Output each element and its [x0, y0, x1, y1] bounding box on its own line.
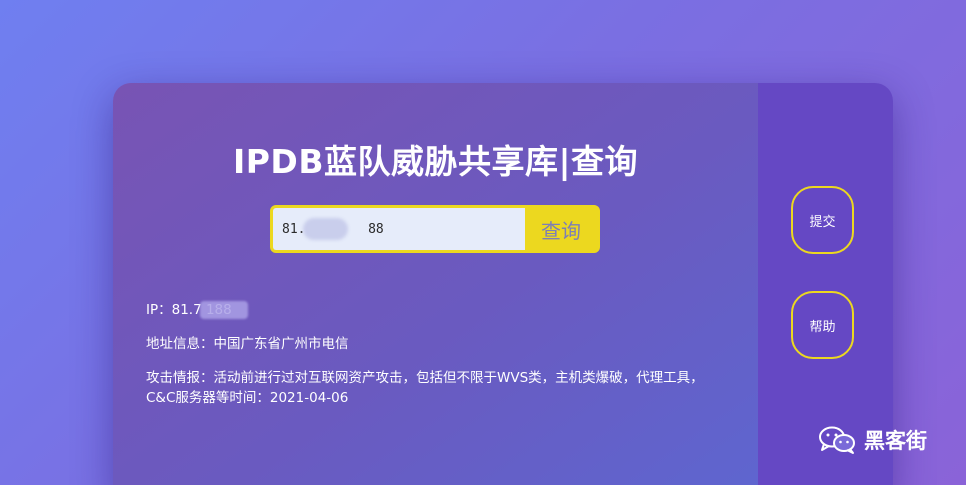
query-card: IPDB蓝队威胁共享库|查询 查询 IP：81.7 188 地址信息：中国广东省… — [113, 83, 893, 485]
page-title: IPDB蓝队威胁共享库|查询 — [232, 142, 639, 181]
redaction-mask — [303, 218, 348, 240]
search-button[interactable]: 查询 — [525, 208, 597, 250]
ip-line: IP：81.7 188 — [146, 300, 726, 320]
wechat-icon — [819, 426, 855, 454]
intel-line: 攻击情报：活动前进行过对互联网资产攻击，包括但不限于WVS类，主机类爆破，代理工… — [146, 370, 704, 406]
help-button[interactable]: 帮助 — [791, 291, 854, 359]
address-line: 地址信息：中国广东省广州市电信 — [146, 336, 349, 352]
search-box: 查询 — [270, 205, 600, 253]
watermark-text: 黑客街 — [864, 429, 927, 453]
result-info: IP：81.7 188 地址信息：中国广东省广州市电信 攻击情报：活动前进行过对… — [146, 300, 726, 408]
main-panel: IPDB蓝队威胁共享库|查询 查询 IP：81.7 188 地址信息：中国广东省… — [113, 83, 758, 485]
watermark: 黑客街 — [818, 425, 927, 455]
submit-button[interactable]: 提交 — [791, 186, 854, 254]
ip-redaction-mask — [200, 301, 248, 319]
